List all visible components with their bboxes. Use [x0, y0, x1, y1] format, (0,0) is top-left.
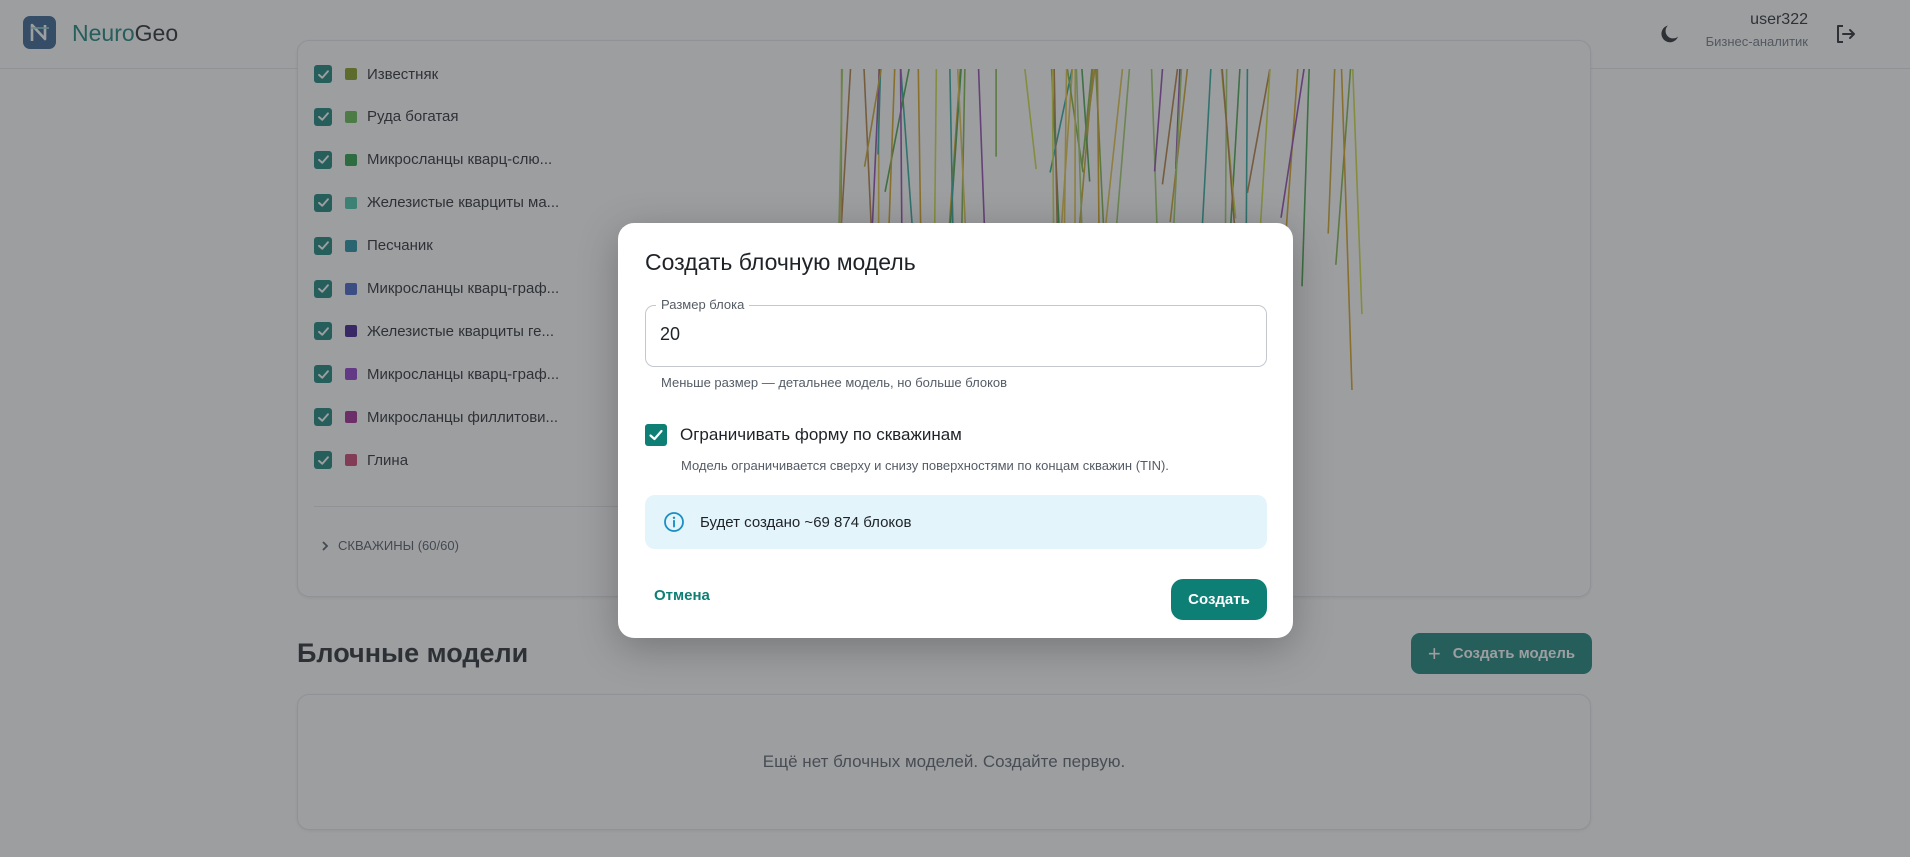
block-size-label: Размер блока — [656, 297, 750, 313]
create-button[interactable]: Создать — [1171, 579, 1267, 620]
cancel-button[interactable]: Отмена — [645, 579, 719, 611]
dialog-title: Создать блочную модель — [645, 249, 916, 275]
block-size-hint: Меньше размер — детальнее модель, но бол… — [661, 375, 1008, 390]
checkmark-icon — [649, 429, 663, 441]
limit-by-wells-checkbox[interactable] — [645, 424, 667, 446]
info-banner: Будет создано ~69 874 блоков — [645, 495, 1267, 549]
limit-by-wells-description: Модель ограничивается сверху и снизу пов… — [681, 458, 1169, 473]
create-block-model-dialog: Создать блочную модель Размер блока Мень… — [618, 223, 1293, 638]
info-text: Будет создано ~69 874 блоков — [700, 513, 912, 531]
limit-by-wells-option[interactable]: Ограничивать форму по скважинам — [645, 424, 962, 446]
block-size-field[interactable]: Размер блока — [645, 297, 1267, 367]
limit-by-wells-label[interactable]: Ограничивать форму по скважинам — [680, 425, 962, 445]
block-size-input[interactable] — [660, 324, 1240, 345]
info-icon — [664, 512, 684, 532]
